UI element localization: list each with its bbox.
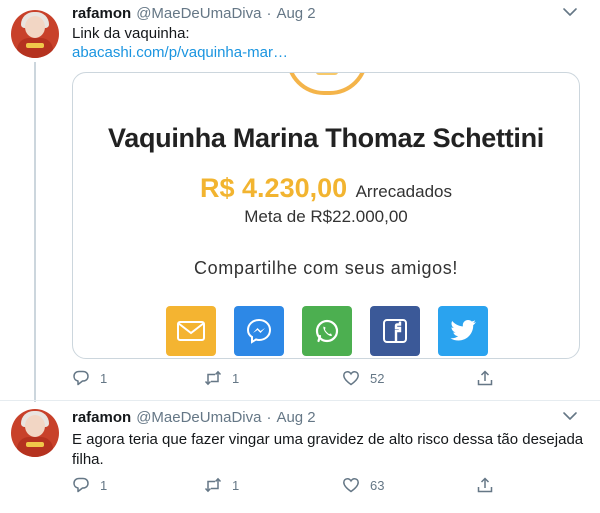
goal-text: Meta de R$22.000,00 <box>244 207 408 226</box>
retweet-count: 1 <box>232 370 240 386</box>
like-button[interactable]: 63 <box>342 476 384 494</box>
reply-button[interactable]: 1 <box>72 369 107 387</box>
tweet[interactable]: rafamon @MaeDeUmaDiva · Aug 2 E agora te… <box>0 400 600 513</box>
avatar[interactable] <box>11 409 59 457</box>
twitter-icon[interactable] <box>438 306 488 356</box>
tweet-actions: 1 1 52 <box>72 369 512 389</box>
retweet-button[interactable]: 1 <box>204 476 239 494</box>
link-card[interactable]: Vaquinha Marina Thomaz Schettini R$ 4.23… <box>72 72 580 359</box>
tweet-date[interactable]: Aug 2 <box>276 5 315 22</box>
tweet-text: Link da vaquinha: <box>72 25 190 42</box>
heart-icon <box>343 370 359 386</box>
tweet-date[interactable]: Aug 2 <box>276 409 315 426</box>
separator: · <box>266 408 272 426</box>
card-title: Vaquinha Marina Thomaz Schettini <box>108 123 544 153</box>
raised-amount-row: R$ 4.230,00 Arrecadados <box>73 173 579 204</box>
messenger-icon[interactable] <box>234 306 284 356</box>
share-icon <box>477 370 493 386</box>
share-buttons <box>166 306 488 356</box>
tweet[interactable]: rafamon @MaeDeUmaDiva · Aug 2 Link da va… <box>0 0 600 402</box>
reply-icon <box>73 370 89 386</box>
author-name[interactable]: rafamon <box>72 409 131 426</box>
tweet-link[interactable]: abacashi.com/p/vaquinha-mar… <box>72 43 587 63</box>
author-handle[interactable]: @MaeDeUmaDiva <box>136 5 261 22</box>
retweet-count: 1 <box>232 477 240 493</box>
facebook-icon[interactable] <box>370 306 420 356</box>
thread-line <box>34 62 36 402</box>
tweet-text: E agora teria que fazer vingar uma gravi… <box>72 431 584 468</box>
share-button[interactable] <box>476 476 494 494</box>
avatar[interactable] <box>11 10 59 58</box>
raised-amount: R$ 4.230,00 <box>200 173 348 203</box>
raised-label: Arrecadados <box>355 182 452 201</box>
like-button[interactable]: 52 <box>342 369 384 387</box>
reply-count: 1 <box>100 477 108 493</box>
reply-icon <box>73 477 89 493</box>
author-handle[interactable]: @MaeDeUmaDiva <box>136 409 261 426</box>
chevron-down-icon[interactable] <box>562 6 578 18</box>
retweet-icon <box>204 370 222 386</box>
tweet-header: rafamon @MaeDeUmaDiva · Aug 2 <box>72 408 316 426</box>
share-icon <box>477 477 493 493</box>
reply-button[interactable]: 1 <box>72 476 107 494</box>
email-icon[interactable] <box>166 306 216 356</box>
like-count: 52 <box>370 370 385 386</box>
vaquinha-logo-icon <box>286 73 368 95</box>
retweet-button[interactable]: 1 <box>204 369 239 387</box>
share-button[interactable] <box>476 369 494 387</box>
share-label: Compartilhe com seus amigos! <box>194 258 458 278</box>
separator: · <box>266 4 272 22</box>
reply-count: 1 <box>100 370 108 386</box>
retweet-icon <box>204 477 222 493</box>
heart-icon <box>343 477 359 493</box>
tweet-actions: 1 1 63 <box>72 476 512 496</box>
chevron-down-icon[interactable] <box>562 410 578 422</box>
like-count: 63 <box>370 477 385 493</box>
author-name[interactable]: rafamon <box>72 5 131 22</box>
whatsapp-icon[interactable] <box>302 306 352 356</box>
tweet-header: rafamon @MaeDeUmaDiva · Aug 2 <box>72 4 316 22</box>
